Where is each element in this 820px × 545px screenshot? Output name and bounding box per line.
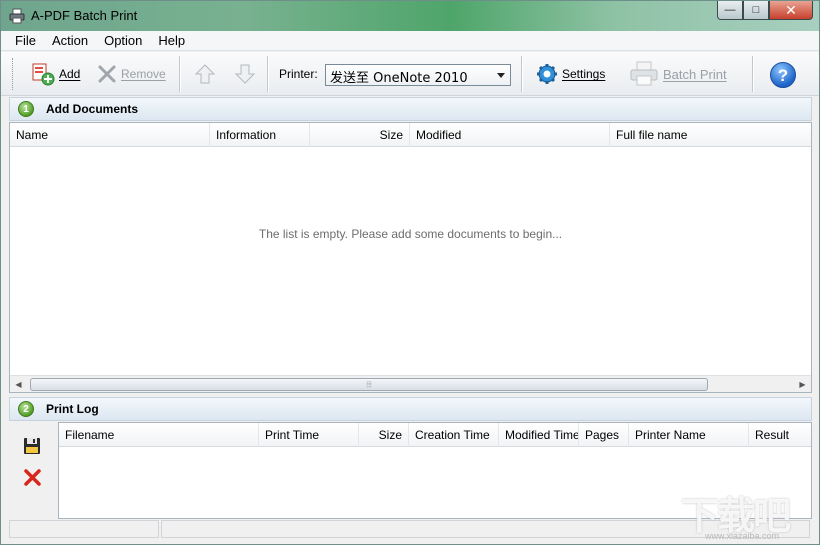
floppy-disk-icon[interactable] [23, 437, 41, 455]
section-number-badge: 2 [18, 401, 34, 417]
column-printer-name[interactable]: Printer Name [629, 423, 749, 447]
print-log-title: Print Log [46, 402, 99, 416]
column-creation-time[interactable]: Creation Time [409, 423, 499, 447]
red-x-icon[interactable] [24, 469, 41, 486]
toolbar-separator [521, 56, 523, 92]
arrow-up-icon [194, 64, 216, 84]
menu-bar: File Action Option Help [1, 31, 819, 51]
column-name[interactable]: Name [10, 123, 210, 147]
column-modified-time[interactable]: Modified Time [499, 423, 579, 447]
batch-print-button[interactable]: Batch Print [629, 60, 727, 88]
gear-icon [537, 64, 557, 84]
print-log-list-header: Filename Print Time Size Creation Time M… [59, 423, 811, 447]
column-filename[interactable]: Filename [59, 423, 259, 447]
printer-select-value: 发送至 OneNote 2010 [330, 71, 468, 86]
column-modified[interactable]: Modified [410, 123, 610, 147]
column-result[interactable]: Result [749, 423, 811, 447]
printer-icon [9, 8, 25, 24]
chevron-down-icon [497, 73, 505, 78]
window-title: A-PDF Batch Print [31, 8, 138, 23]
menu-help[interactable]: Help [150, 33, 193, 48]
settings-button-label: Settings [562, 67, 606, 81]
column-size[interactable]: Size [359, 423, 409, 447]
move-down-button[interactable] [234, 60, 256, 88]
settings-button[interactable]: Settings [536, 60, 605, 88]
add-button-label: Add [59, 67, 81, 81]
horizontal-scrollbar[interactable]: ◀ ⦙⦙⦙ ▶ [10, 375, 811, 392]
add-documents-header: 1 Add Documents [9, 97, 812, 121]
maximize-button[interactable]: □ [743, 1, 769, 20]
column-information[interactable]: Information [210, 123, 310, 147]
empty-list-message: The list is empty. Please add some docum… [258, 227, 563, 241]
menu-option[interactable]: Option [96, 33, 150, 48]
documents-list[interactable]: Name Information Size Modified Full file… [9, 122, 812, 393]
toolbar-separator [179, 56, 181, 92]
watermark-url: www.xiazaiba.com [705, 531, 780, 541]
move-up-button[interactable] [194, 60, 216, 88]
printer-label: Printer: [279, 67, 318, 81]
remove-button-label: Remove [121, 67, 166, 81]
print-log-header: 2 Print Log [9, 397, 812, 421]
printer-icon [630, 61, 658, 86]
close-button[interactable]: ✕ [769, 1, 813, 20]
scroll-left-arrow[interactable]: ◀ [10, 376, 27, 393]
add-button[interactable]: Add [31, 60, 80, 88]
toolbar: Add Remove Printer: 发送至 OneNote 2010 Set… [1, 52, 819, 96]
remove-x-icon [98, 65, 116, 83]
remove-button[interactable]: Remove [97, 60, 166, 88]
column-print-time[interactable]: Print Time [259, 423, 359, 447]
menu-action[interactable]: Action [44, 33, 96, 48]
column-pages[interactable]: Pages [579, 423, 629, 447]
column-full-file-name[interactable]: Full file name [610, 123, 811, 147]
toolbar-grip[interactable] [12, 58, 16, 90]
printer-select[interactable]: 发送至 OneNote 2010 [325, 64, 511, 86]
documents-list-header: Name Information Size Modified Full file… [10, 123, 811, 147]
column-size[interactable]: Size [310, 123, 410, 147]
title-bar[interactable]: A-PDF Batch Print — □ ✕ [1, 1, 819, 31]
scroll-right-arrow[interactable]: ▶ [794, 376, 811, 393]
add-document-icon [32, 63, 55, 86]
help-button[interactable]: ? [770, 62, 796, 88]
print-log-tools [9, 421, 57, 519]
menu-file[interactable]: File [7, 33, 44, 48]
scrollbar-thumb[interactable]: ⦙⦙⦙ [30, 378, 708, 391]
batch-print-button-label: Batch Print [663, 66, 727, 82]
window-controls: — □ ✕ [717, 1, 813, 20]
app-window: A-PDF Batch Print — □ ✕ File Action Opti… [0, 0, 820, 545]
minimize-button[interactable]: — [717, 1, 743, 20]
status-cell [9, 520, 159, 538]
arrow-down-icon [234, 64, 256, 84]
toolbar-separator [752, 56, 754, 92]
add-documents-title: Add Documents [46, 102, 139, 116]
toolbar-separator [267, 56, 269, 92]
section-number-badge: 1 [18, 101, 34, 117]
